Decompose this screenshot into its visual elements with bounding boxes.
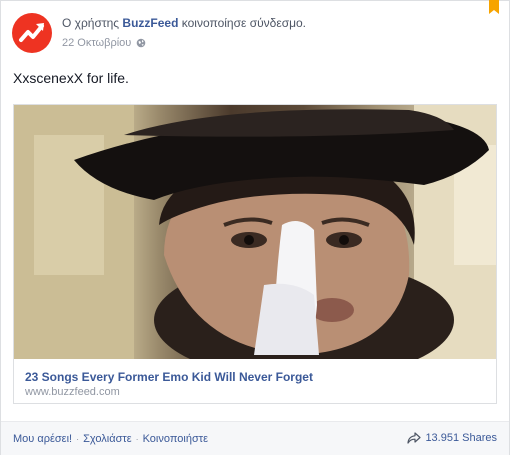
like-link[interactable]: Μου αρέσει!	[13, 433, 72, 445]
buzzfeed-avatar[interactable]	[12, 13, 52, 53]
trending-arrow-icon	[19, 23, 44, 42]
action-text: κοινοποίησε σύνδεσμο.	[181, 16, 307, 30]
separator-dot: ·	[135, 434, 139, 444]
actor-prefix: Ο χρήστης	[62, 16, 120, 30]
story-meta: 22 Οκτωβρίου	[62, 37, 146, 49]
comment-link[interactable]: Σχολιάστε	[83, 433, 132, 445]
link-attachment[interactable]: 23 Songs Every Former Emo Kid Will Never…	[13, 104, 497, 404]
separator-dot: ·	[76, 434, 80, 444]
shares-count: 13.951 Shares	[425, 432, 497, 444]
story-footer: Μου αρέσει! · Σχολιάστε · Κοινοποιήστε 1…	[1, 421, 509, 455]
share-arrow-icon	[407, 432, 422, 444]
shares-count-link[interactable]: 13.951 Shares	[407, 432, 497, 444]
link-domain: www.buzzfeed.com	[25, 386, 120, 398]
page-name-link[interactable]: BuzzFeed	[122, 16, 178, 30]
timestamp-link[interactable]: 22 Οκτωβρίου	[62, 37, 131, 49]
post-message: XxscenexX for life.	[13, 70, 129, 86]
news-feed-story: Ο χρήστης BuzzFeed κοινοποίησε σύνδεσμο.…	[0, 0, 510, 455]
link-title[interactable]: 23 Songs Every Former Emo Kid Will Never…	[25, 370, 313, 384]
share-link[interactable]: Κοινοποιήστε	[143, 433, 208, 445]
bookmark-ribbon-icon[interactable]	[489, 0, 499, 14]
link-thumbnail-image[interactable]	[14, 105, 496, 359]
globe-icon[interactable]	[136, 38, 146, 48]
thumbnail-illustration	[14, 105, 496, 359]
ufi-actions: Μου αρέσει! · Σχολιάστε · Κοινοποιήστε	[13, 433, 208, 445]
story-headline: Ο χρήστης BuzzFeed κοινοποίησε σύνδεσμο.	[62, 16, 306, 30]
